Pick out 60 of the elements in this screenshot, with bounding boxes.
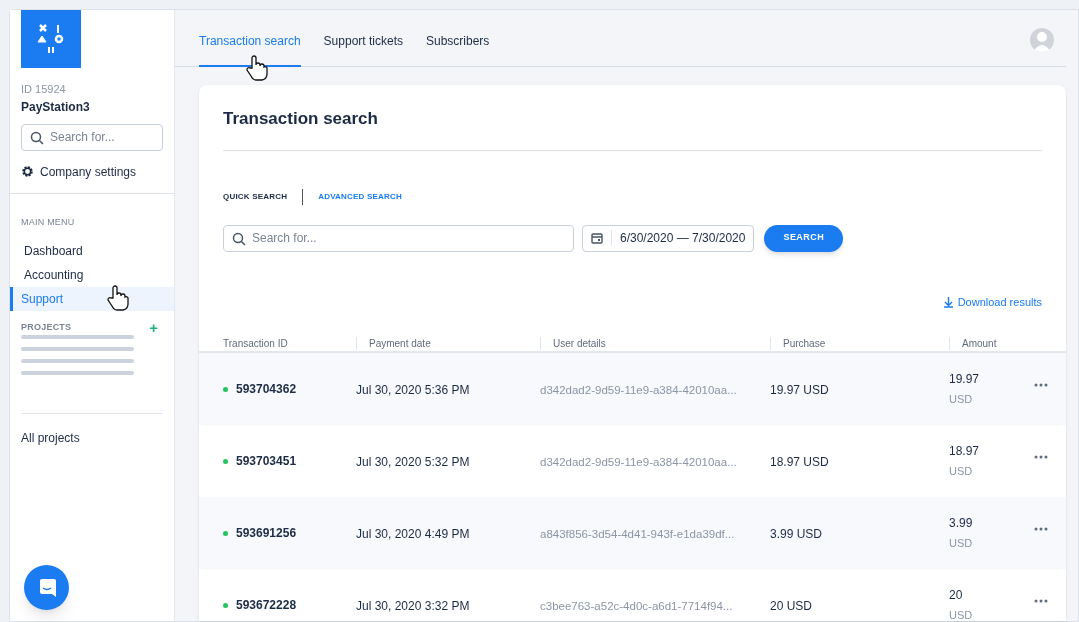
transaction-id: 593672228	[236, 597, 297, 614]
column-header: Purchase	[783, 337, 826, 351]
table-cell: d342dad2-9d59-11e9-a384-42010aa...	[540, 456, 737, 468]
menu-item[interactable]: Accounting	[10, 263, 174, 287]
table-cell: Jul 30, 2020 4:49 PM	[356, 527, 470, 541]
table-cell: 18.97 USD	[770, 455, 829, 469]
column-header: User details	[553, 337, 606, 351]
table-cell: Jul 30, 2020 5:32 PM	[356, 455, 470, 469]
search-field[interactable]: Search for...	[21, 123, 163, 151]
date-range-field[interactable]: 6/30/2020 — 7/30/2020	[582, 224, 755, 252]
transaction-id: 593691256	[236, 525, 297, 542]
card-title: Transaction search	[223, 108, 379, 130]
menu-item[interactable]: Dashboard	[10, 239, 174, 263]
table-cell: a843f856-3d54-4d41-943f-e1da39df...	[540, 528, 735, 540]
search-mode-tab[interactable]: ADVANCED SEARCH	[318, 190, 402, 203]
table-cell-text: 18.97	[949, 443, 981, 461]
account-id: ID 15924	[21, 82, 67, 97]
search-field[interactable]: Search for...	[223, 224, 574, 252]
table-cell-text: USD	[949, 392, 974, 408]
download-link[interactable]: Download results	[942, 293, 1042, 310]
calendar-icon	[591, 232, 603, 244]
table-row[interactable]: 593703451 Jul 30, 2020 5:32 PM d342dad2-9d59-11e9-a384-42010aa... 18.97 USD 18.97 USD	[199, 425, 1066, 497]
column-header: Payment date	[369, 337, 431, 351]
transaction-id: 593703451	[236, 453, 297, 470]
table-cell-text: USD	[949, 536, 974, 552]
table-cell: 3.99 USD	[770, 527, 823, 541]
projects-heading: PROJECTS	[21, 320, 72, 334]
table-cell-text: 20	[949, 587, 964, 605]
search-button[interactable]: SEARCH	[764, 224, 844, 252]
table-cell-text: USD	[949, 608, 974, 621]
search-icon	[232, 231, 246, 246]
table-cell-text: 3.99	[949, 515, 974, 533]
table-cell: Jul 30, 2020 5:36 PM	[356, 383, 470, 397]
table-cell: 19.97 USD	[770, 383, 829, 397]
table-cell: c3bee763-a52c-4d0c-a6d1-7714f94...	[540, 600, 733, 612]
menu-item[interactable]: Support	[10, 287, 174, 311]
tab[interactable]: Support tickets	[323, 32, 403, 67]
all-projects-link[interactable]: All projects	[21, 429, 163, 447]
table-cell: Jul 30, 2020 3:32 PM	[356, 599, 470, 613]
table-row[interactable]: 593691256 Jul 30, 2020 4:49 PM a843f856-3d54-4d41-943f-e1da39df... 3.99 USD 3.99 USD	[199, 497, 1066, 569]
account-name: PayStation3	[21, 98, 91, 116]
search-icon	[30, 130, 44, 145]
table-row[interactable]: 593704362 Jul 30, 2020 5:36 PM d342dad2-9d59-11e9-a384-42010aa... 19.97 USD 19.97 USD	[199, 353, 1066, 425]
table-cell-text: USD	[949, 464, 974, 480]
menu-heading: MAIN MENU	[21, 215, 76, 229]
table-row[interactable]: 593672228 Jul 30, 2020 3:32 PM c3bee763-a52c-4d0c-a6d1-7714f94... 20 USD 20 USD	[199, 569, 1066, 621]
table-cell: d342dad2-9d59-11e9-a384-42010aa...	[540, 384, 737, 396]
column-header: Amount	[962, 337, 997, 351]
transaction-id: 593704362	[236, 381, 297, 398]
tab[interactable]: Subscribers	[426, 32, 490, 67]
hand-cursor-icon	[107, 285, 129, 311]
column-header: Transaction ID	[223, 337, 288, 351]
settings-link[interactable]: Company settings	[21, 162, 163, 181]
table-cell: 20 USD	[770, 599, 813, 613]
table-cell-text: 19.97	[949, 371, 981, 389]
settings-icon	[21, 165, 34, 178]
download-icon	[942, 295, 954, 308]
hand-cursor-icon	[246, 55, 268, 81]
date-range-text: 6/30/2020 — 7/30/2020	[620, 230, 746, 247]
search-mode-tab[interactable]: QUICK SEARCH	[223, 190, 288, 203]
